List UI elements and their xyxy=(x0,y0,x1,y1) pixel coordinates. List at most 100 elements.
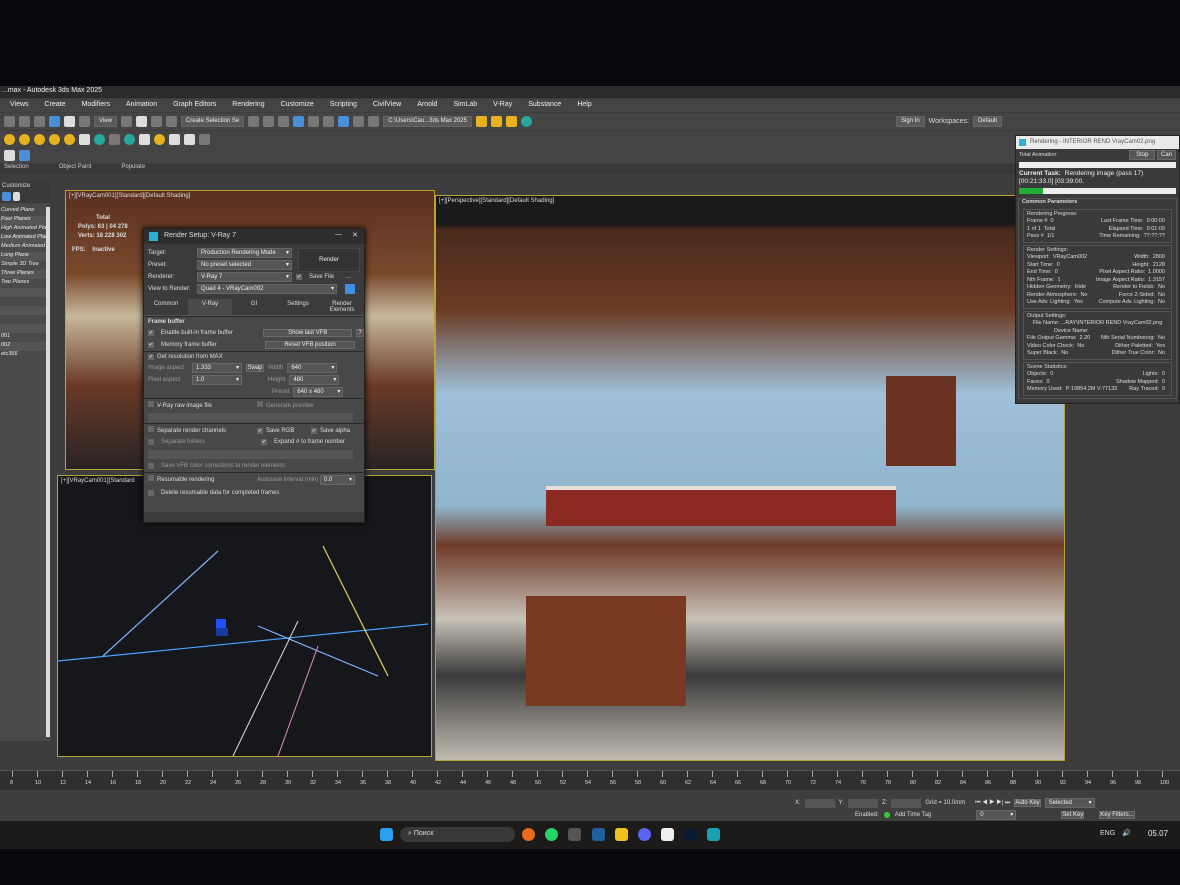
viewport-layout-icon[interactable] xyxy=(4,150,15,161)
whatsapp-icon[interactable] xyxy=(545,828,558,841)
renderer-dropdown[interactable]: V-Ray 7 xyxy=(197,272,292,282)
lock-icon[interactable] xyxy=(12,192,20,201)
app-icon[interactable] xyxy=(568,828,581,841)
list-item[interactable]: 002 xyxy=(0,342,46,351)
omni-light-icon[interactable] xyxy=(49,134,60,145)
scene-explorer-icon[interactable] xyxy=(278,116,290,127)
view-to-render-dropdown[interactable]: Quad 4 - VRayCam002 xyxy=(197,284,337,294)
sign-in-dropdown[interactable]: Sign In xyxy=(895,116,925,127)
mirror-icon[interactable] xyxy=(248,116,260,127)
width-field[interactable]: 640 xyxy=(287,363,338,373)
render-button[interactable]: Render xyxy=(298,248,360,272)
height-field[interactable]: 480 xyxy=(289,375,340,385)
stop-button[interactable]: Stop xyxy=(1129,150,1156,160)
save-alpha-checkbox[interactable]: Save alpha xyxy=(320,428,350,434)
align-icon[interactable] xyxy=(263,116,275,127)
list-item[interactable] xyxy=(0,324,46,333)
enabled-indicator[interactable] xyxy=(883,812,890,818)
menu-substance[interactable]: Substance xyxy=(520,99,569,112)
channels-path-field[interactable] xyxy=(148,449,353,459)
preset-dropdown[interactable]: No preset selected xyxy=(197,260,292,270)
more-button[interactable]: ... xyxy=(346,274,351,280)
select-by-name-icon[interactable] xyxy=(19,116,30,127)
minimize-icon[interactable]: — xyxy=(335,231,342,238)
tab-vray[interactable]: V-Ray xyxy=(188,299,232,315)
menu-customize[interactable]: Customize xyxy=(273,99,322,112)
list-item[interactable] xyxy=(0,315,46,324)
project-folder-icon[interactable] xyxy=(475,116,487,127)
x-field[interactable] xyxy=(804,798,835,808)
list-item[interactable]: Medium Animated Plane xyxy=(0,243,46,252)
swap-button[interactable]: Swap xyxy=(246,364,264,372)
raw-image-checkbox[interactable]: V-Ray raw image file xyxy=(157,403,257,409)
pivot-icon[interactable] xyxy=(120,116,132,127)
get-resolution-checkbox[interactable]: Get resolution from MAX xyxy=(157,354,223,360)
list-item[interactable]: Four Planes xyxy=(0,216,46,225)
ribbon-tab-populate[interactable]: Populate xyxy=(121,164,145,174)
firefox-icon[interactable] xyxy=(522,828,535,841)
render-teapot-icon[interactable] xyxy=(368,116,380,127)
vray-sphere-icon[interactable] xyxy=(94,134,105,145)
delete-resumable-checkbox[interactable]: Delete resumable data for completed fram… xyxy=(161,490,279,496)
reference-coord-dropdown[interactable]: View xyxy=(94,116,117,127)
file-explorer-icon[interactable] xyxy=(615,828,628,841)
cancel-button[interactable]: Can xyxy=(1156,150,1176,160)
steam-icon[interactable] xyxy=(592,828,605,841)
menu-graph-editors[interactable]: Graph Editors xyxy=(165,99,224,112)
app-icon[interactable] xyxy=(661,828,674,841)
snap-points-icon[interactable] xyxy=(19,150,30,161)
res-preset-dropdown[interactable]: 640 x 480 xyxy=(293,387,344,397)
frame-buffer-rollout[interactable]: Frame buffer xyxy=(144,316,364,327)
list-item[interactable]: Curved Plane xyxy=(0,207,46,216)
separate-folders-checkbox[interactable]: Separate folders xyxy=(161,439,257,445)
viewport-label[interactable]: [+][Perspective][Standard][Default Shadi… xyxy=(439,198,554,204)
list-item[interactable]: etc366 xyxy=(0,351,46,360)
pixel-aspect-field[interactable]: 1.0 xyxy=(192,375,242,385)
list-item[interactable] xyxy=(0,297,46,306)
generate-preview-checkbox[interactable]: Generate preview xyxy=(266,403,313,409)
open-file-icon[interactable] xyxy=(490,116,502,127)
ribbon-tab-object-paint[interactable]: Object Paint xyxy=(59,164,92,174)
menu-animation[interactable]: Animation xyxy=(118,99,165,112)
common-parameters-rollout[interactable]: Common Parameters xyxy=(1022,199,1077,207)
vray-object-icon[interactable] xyxy=(124,134,135,145)
project-path-dropdown[interactable]: C:\Users\Cau...3ds Max 2025 xyxy=(383,116,472,127)
save-file-icon[interactable] xyxy=(505,116,517,127)
angle-snap-icon[interactable] xyxy=(150,116,162,127)
spot-light-icon[interactable] xyxy=(34,134,45,145)
curve-editor-icon[interactable] xyxy=(308,116,320,127)
selection-set-dropdown[interactable]: Create Selection Se xyxy=(180,116,245,127)
menu-arnold[interactable]: Arnold xyxy=(409,99,445,112)
vray-fur-icon[interactable] xyxy=(109,134,120,145)
list-item[interactable] xyxy=(0,306,46,315)
vray-vfb-icon[interactable] xyxy=(169,134,180,145)
snap-toggle-icon[interactable] xyxy=(135,116,147,127)
menu-scripting[interactable]: Scripting xyxy=(322,99,365,112)
filter-icon[interactable] xyxy=(2,192,11,201)
set-key-button[interactable]: Set Key xyxy=(1061,811,1085,819)
help-button[interactable]: ? xyxy=(356,329,364,337)
schematic-view-icon[interactable] xyxy=(323,116,335,127)
reset-vfb-button[interactable]: Reset VFB position xyxy=(265,341,355,349)
viewport-perspective[interactable]: [+][Perspective][Standard][Default Shadi… xyxy=(435,195,1065,761)
check-icon[interactable] xyxy=(520,116,532,127)
taskbar-search[interactable]: ⌕ Поиск xyxy=(400,827,515,842)
list-item[interactable]: 001 xyxy=(0,333,46,342)
vray-proxy-icon[interactable] xyxy=(79,134,90,145)
rotate-icon[interactable] xyxy=(64,116,75,127)
region-select-icon[interactable] xyxy=(34,116,45,127)
save-file-checkbox[interactable]: ✔ xyxy=(296,274,302,280)
menu-vray[interactable]: V-Ray xyxy=(485,99,520,112)
save-vfb-cc-checkbox[interactable]: Save VFB color corrections to render ele… xyxy=(161,463,285,469)
menu-simlab[interactable]: SimLab xyxy=(445,99,485,112)
sparkle-icon[interactable] xyxy=(64,134,75,145)
percent-snap-icon[interactable] xyxy=(165,116,177,127)
photoshop-icon[interactable] xyxy=(684,828,697,841)
list-item[interactable]: Simple 3D Tree xyxy=(0,261,46,270)
workspace-dropdown[interactable]: Default xyxy=(973,116,1003,127)
resumable-rendering-checkbox[interactable]: Resumable rendering xyxy=(157,477,257,483)
tab-common[interactable]: Common xyxy=(144,299,188,315)
light-icon[interactable] xyxy=(4,134,15,145)
rendering-title-bar[interactable]: Rendering - INTERIOR REND VrayCam02.png xyxy=(1016,136,1179,149)
tab-settings[interactable]: Settings xyxy=(276,299,320,315)
